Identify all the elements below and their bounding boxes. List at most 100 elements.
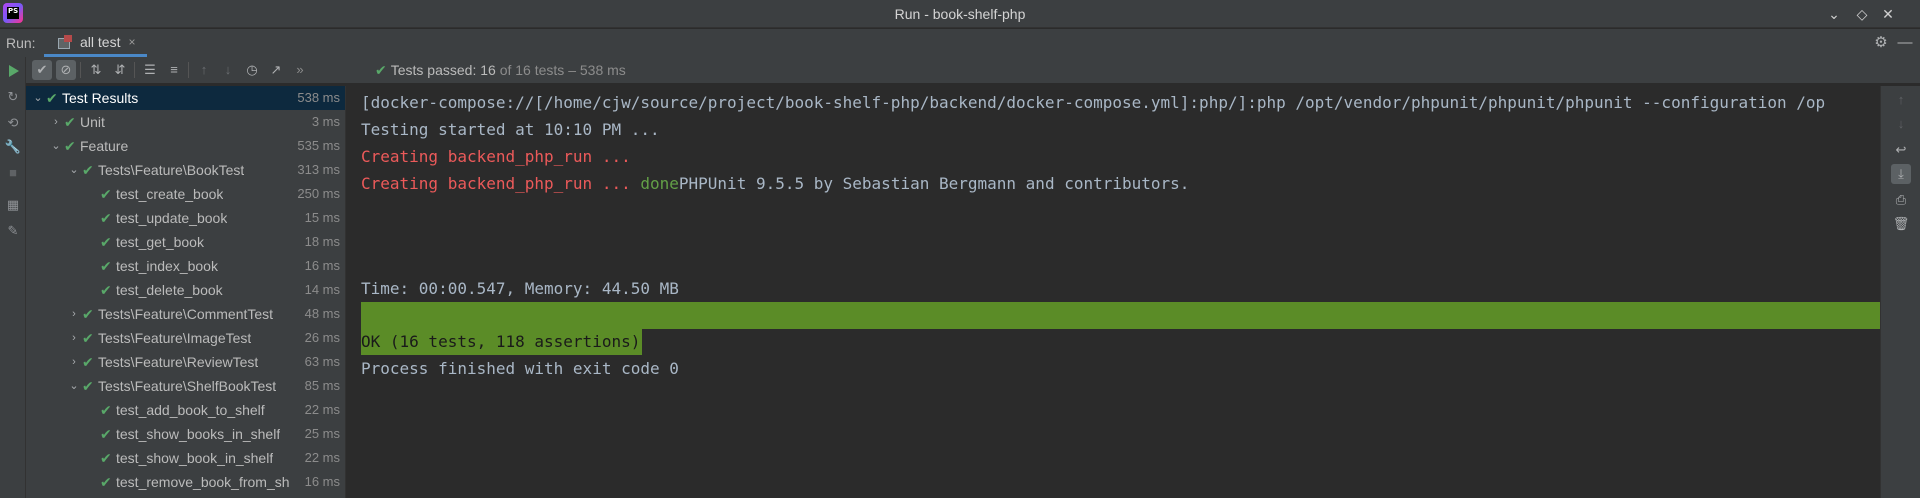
collapse-arrow-icon[interactable]: ⌄ (50, 134, 62, 158)
run-tab-label: all test (80, 33, 121, 50)
test-passed-icon: ✔ (100, 450, 112, 466)
expand-all-icon[interactable]: ☰ (140, 60, 160, 80)
show-ignored-icon[interactable]: ⊘ (56, 60, 76, 80)
test-name: Tests\Feature\CommentTest (98, 306, 274, 322)
test-suite-row[interactable]: ⌄ ✔ Tests\Feature\ShelfBookTest 85 ms (26, 374, 345, 398)
test-method-row[interactable]: ✔ test_delete_book 14 ms (26, 278, 345, 302)
test-name: Test Results (62, 90, 139, 106)
test-name: test_show_books_in_shelf (116, 426, 281, 442)
test-suite-row[interactable]: ⌄ ✔ Feature 535 ms (26, 134, 345, 158)
test-passed-icon: ✔ (46, 90, 58, 106)
expand-arrow-icon[interactable]: › (50, 110, 62, 134)
test-passed-icon: ✔ (100, 258, 112, 274)
settings-gear-icon[interactable]: ⚙ (1871, 33, 1891, 53)
test-duration: 26 ms (304, 330, 340, 345)
close-tab-icon[interactable]: × (128, 35, 135, 49)
test-passed-icon: ✔ (64, 138, 76, 154)
sort-by-duration-icon[interactable]: ⇵ (110, 60, 130, 80)
collapse-arrow-icon[interactable]: ⌄ (32, 86, 44, 110)
test-method-row[interactable]: ✔ test_get_book 18 ms (26, 230, 345, 254)
export-results-icon[interactable]: ↗ (266, 60, 286, 80)
test-toolbar: ✔ ⊘ ⇅ ⇵ ☰ ≡ ↑ ↓ ◷ ↗ » ✔ Tests passed: 16 … (26, 57, 1920, 83)
console-exit-line: Process finished with exit code 0 (361, 359, 679, 378)
test-passed-icon: ✔ (100, 474, 112, 490)
clear-all-icon[interactable]: 🗑 (1891, 214, 1911, 234)
test-name: test_index_book (116, 258, 218, 274)
test-duration: 3 ms (311, 114, 340, 129)
edit-configuration-icon[interactable]: 🔧 (3, 137, 23, 157)
collapse-arrow-icon[interactable]: ⌄ (68, 374, 80, 398)
hide-panel-icon[interactable]: — (1895, 33, 1915, 53)
next-failed-test-icon[interactable]: ↓ (218, 60, 238, 80)
test-passed-icon: ✔ (100, 210, 112, 226)
print-icon[interactable]: ⎙ (1891, 190, 1911, 210)
test-method-row[interactable]: ✔ test_show_books_in_shelf 25 ms (26, 422, 345, 446)
show-passed-icon[interactable]: ✔ (32, 60, 52, 80)
test-passed-icon: ✔ (100, 234, 112, 250)
test-suite-row[interactable]: › ✔ Tests\Feature\ImageTest 26 ms (26, 326, 345, 350)
test-suite-row[interactable]: › ✔ Tests\Feature\CommentTest 48 ms (26, 302, 345, 326)
test-duration: 22 ms (304, 450, 340, 465)
test-duration: 14 ms (304, 282, 340, 297)
test-method-row[interactable]: ✔ test_add_book_to_shelf 22 ms (26, 398, 345, 422)
more-actions-icon[interactable]: » (290, 60, 310, 80)
pin-tab-icon[interactable]: ✎ (3, 221, 23, 241)
test-duration: 18 ms (304, 234, 340, 249)
console-command-line: [docker-compose://[/home/cjw/source/proj… (361, 93, 1826, 112)
test-duration: 63 ms (304, 354, 340, 369)
test-suite-row[interactable]: ⌄ ✔ Tests\Feature\BookTest 313 ms (26, 158, 345, 182)
scroll-to-end-icon[interactable]: ⤓ (1891, 164, 1911, 184)
test-suite-row[interactable]: › ✔ Tests\Feature\ReviewTest 63 ms (26, 350, 345, 374)
test-method-row[interactable]: ✔ test_show_book_in_shelf 22 ms (26, 446, 345, 470)
test-name: Tests\Feature\ReviewTest (98, 354, 259, 370)
expand-arrow-icon[interactable]: › (68, 326, 80, 350)
run-side-toolbar: ↻ ⟲ 🔧 ■ ▦ ✎ (0, 57, 26, 498)
scroll-down-icon[interactable]: ↓ (1891, 114, 1911, 134)
test-suite-row[interactable]: › ✔ Unit 3 ms (26, 110, 345, 134)
test-suite-row[interactable]: ⌄ ✔ Test Results 538 ms (26, 86, 345, 110)
test-duration: 250 ms (297, 186, 340, 201)
test-name: test_delete_book (116, 282, 223, 298)
toggle-auto-test-icon[interactable]: ⟲ (3, 113, 23, 133)
expand-arrow-icon[interactable]: › (68, 302, 80, 326)
test-history-icon[interactable]: ◷ (242, 60, 262, 80)
test-method-row[interactable]: ✔ test_create_book 250 ms (26, 182, 345, 206)
test-status: ✔ Tests passed: 16 of 16 tests – 538 ms (375, 62, 626, 78)
expand-arrow-icon[interactable]: › (68, 350, 80, 374)
console-output[interactable]: [docker-compose://[/home/cjw/source/proj… (347, 86, 1880, 498)
test-name: Tests\Feature\ShelfBookTest (98, 378, 277, 394)
test-duration: 16 ms (304, 474, 340, 489)
collapse-arrow-icon[interactable]: ⌄ (68, 158, 80, 182)
test-duration: 535 ms (297, 138, 340, 153)
test-passed-icon: ✔ (82, 378, 94, 394)
close-window-icon[interactable]: ✕ (1878, 4, 1898, 24)
minimize-window-icon[interactable]: ⌄ (1824, 4, 1844, 24)
test-method-row[interactable]: ✔ test_index_book 16 ms (26, 254, 345, 278)
stop-icon[interactable]: ■ (3, 163, 23, 183)
test-name: test_create_book (116, 186, 224, 202)
test-method-row[interactable]: ✔ test_update_book 15 ms (26, 206, 345, 230)
run-tool-header: Run: all test × ⚙ — (0, 29, 1920, 57)
sort-alphabetically-icon[interactable]: ⇅ (86, 60, 106, 80)
test-passed-icon: ✔ (82, 354, 94, 370)
collapse-all-icon[interactable]: ≡ (164, 60, 184, 80)
test-results-tree[interactable]: ⌄ ✔ Test Results 538 ms › ✔ Unit 3 ms ⌄ ✔ Feature 5… (26, 86, 346, 498)
layout-icon[interactable]: ▦ (3, 195, 23, 215)
test-passed-icon: ✔ (100, 402, 112, 418)
rerun-icon[interactable] (3, 61, 23, 81)
title-bar: PS Run - book-shelf-php ⌄ ◇ ✕ (0, 0, 1920, 28)
console-creating-line: Creating backend_php_run ... (361, 147, 631, 166)
test-method-row[interactable]: ✔ test_remove_book_from_sh 16 ms (26, 470, 345, 494)
scroll-up-icon[interactable]: ↑ (1891, 90, 1911, 110)
maximize-window-icon[interactable]: ◇ (1852, 4, 1872, 24)
soft-wrap-icon[interactable]: ↩ (1891, 140, 1911, 160)
test-duration: 538 ms (297, 90, 340, 105)
test-name: test_update_book (116, 210, 228, 226)
run-tab-all-test[interactable]: all test × (44, 29, 148, 57)
rerun-failed-icon[interactable]: ↻ (3, 87, 23, 107)
previous-failed-test-icon[interactable]: ↑ (194, 60, 214, 80)
test-duration: 313 ms (297, 162, 340, 177)
test-passed-icon: ✔ (64, 114, 76, 130)
test-duration: 15 ms (304, 210, 340, 225)
test-name: test_show_book_in_shelf (116, 450, 274, 466)
